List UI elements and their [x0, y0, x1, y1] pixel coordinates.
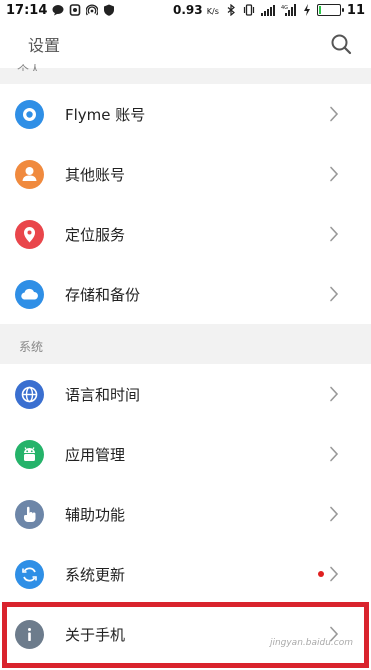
- chevron-right-icon: [330, 566, 339, 582]
- cloud-icon: [15, 279, 44, 309]
- setting-item-other-accounts[interactable]: 其他账号: [0, 144, 371, 204]
- search-button[interactable]: [328, 31, 354, 57]
- section-label-personal: 个人: [17, 63, 42, 71]
- chevron-right-icon: [330, 386, 339, 402]
- update-icon: [15, 559, 44, 589]
- svg-text:4G: 4G: [281, 5, 288, 11]
- chevron-right-icon: [330, 106, 339, 122]
- update-badge: [318, 571, 324, 577]
- signal-icon: [260, 5, 275, 16]
- net-speed: 0.93 K/s: [173, 3, 219, 17]
- personal-settings-list: Flyme 账号 其他账号 定位服务 存储和备份: [0, 84, 371, 324]
- message-icon: [52, 5, 64, 16]
- setting-item-label: 存储和备份: [65, 285, 141, 304]
- flyme-account-icon: [15, 99, 44, 129]
- chevron-right-icon: [330, 166, 339, 182]
- setting-item-label: 系统更新: [65, 565, 126, 584]
- setting-item-label: Flyme 账号: [65, 105, 146, 124]
- setting-item-label: 定位服务: [65, 225, 126, 244]
- bluetooth-icon: [227, 4, 235, 16]
- setting-item-flyme-account[interactable]: Flyme 账号: [0, 84, 371, 144]
- hotspot-icon: [86, 4, 99, 16]
- android-icon: [15, 439, 44, 469]
- notification-icon: [70, 4, 81, 16]
- setting-item-label: 其他账号: [65, 165, 126, 184]
- location-pin-icon: [15, 219, 44, 249]
- watermark: jingyan.baidu.com: [269, 638, 353, 648]
- battery-icon: [316, 4, 344, 16]
- globe-icon: [15, 379, 44, 409]
- app-header: 设置: [0, 20, 371, 68]
- setting-item-accessibility[interactable]: 辅助功能: [0, 484, 371, 544]
- page-title: 设置: [28, 36, 61, 55]
- vibrate-icon: [243, 4, 255, 16]
- status-bar: 17:14 0.93 K/s 4G 11: [0, 0, 371, 20]
- search-icon: [331, 34, 352, 55]
- setting-item-label: 语言和时间: [65, 385, 141, 404]
- user-icon: [15, 159, 44, 189]
- setting-item-system-update[interactable]: 系统更新: [0, 544, 371, 604]
- setting-item-label: 关于手机: [65, 625, 126, 644]
- setting-item-language-time[interactable]: 语言和时间: [0, 364, 371, 424]
- setting-item-label: 辅助功能: [65, 505, 126, 524]
- chevron-right-icon: [330, 286, 339, 302]
- charging-icon: [303, 4, 310, 16]
- setting-item-about-phone[interactable]: 关于手机: [0, 604, 371, 664]
- system-settings-list: 语言和时间 应用管理 辅助功能 系统更新 关于手机: [0, 364, 371, 670]
- battery-level: 11: [346, 2, 365, 18]
- setting-item-label: 应用管理: [65, 445, 126, 464]
- setting-item-location-services[interactable]: 定位服务: [0, 204, 371, 264]
- setting-item-storage-backup[interactable]: 存储和备份: [0, 264, 371, 324]
- section-label-system: 系统: [19, 340, 44, 354]
- chevron-right-icon: [330, 226, 339, 242]
- hand-pointer-icon: [15, 499, 44, 529]
- setting-item-app-management[interactable]: 应用管理: [0, 424, 371, 484]
- shield-icon: [104, 4, 115, 16]
- status-time: 17:14: [6, 2, 48, 18]
- 4g-signal-icon: 4G: [281, 4, 296, 16]
- info-icon: [15, 619, 44, 649]
- chevron-right-icon: [330, 446, 339, 462]
- chevron-right-icon: [330, 506, 339, 522]
